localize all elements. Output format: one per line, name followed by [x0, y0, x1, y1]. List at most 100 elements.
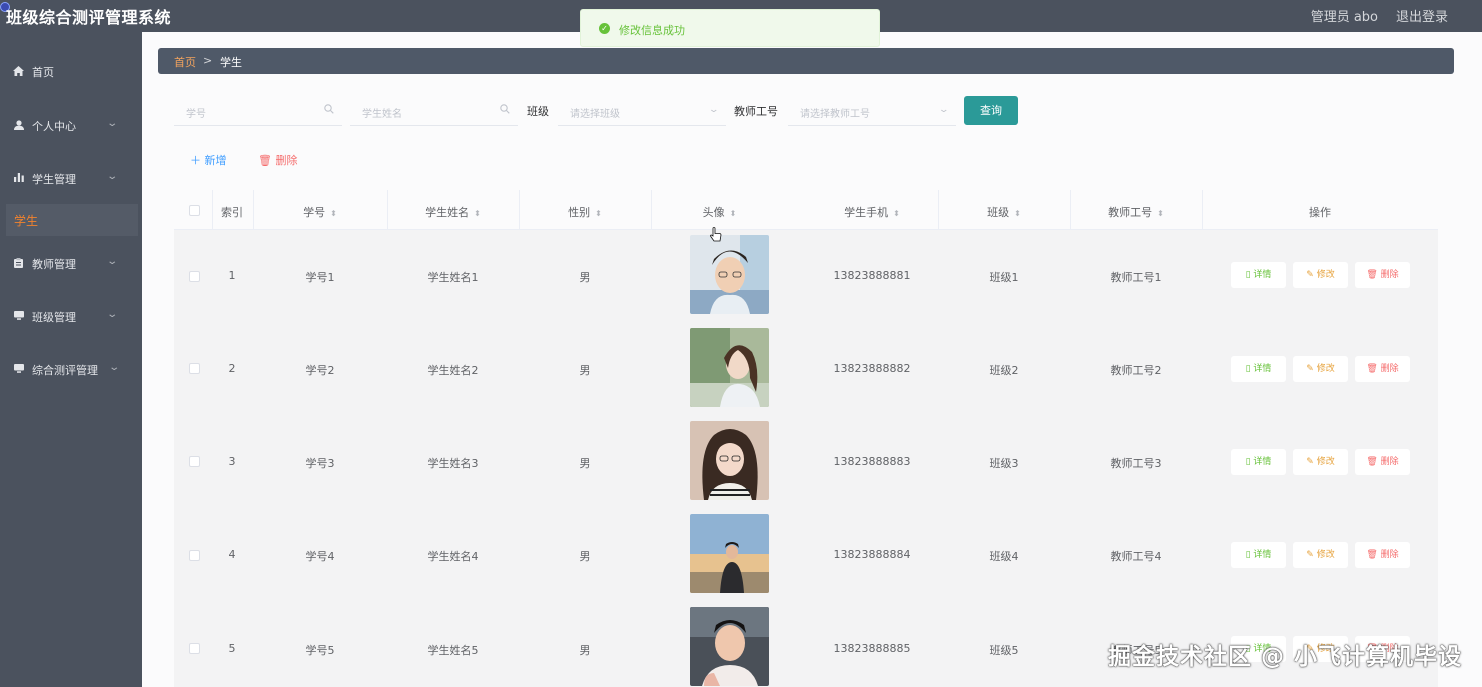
table-row: 3 学号3 学生姓名3 男 13823888883 班级3 教师工号3 ▯ 详情…	[174, 416, 1438, 509]
trash-icon: 🗑	[1366, 364, 1381, 374]
cell-gender: 男	[579, 457, 591, 470]
cell-gender: 男	[579, 550, 591, 563]
sidebar-item-home[interactable]: 首页	[0, 56, 142, 86]
student-name-search-input[interactable]: 学生姓名	[350, 96, 518, 126]
cell-index: 5	[228, 642, 236, 655]
cell-class: 班级3	[989, 457, 1019, 470]
sidebar-item-class-management[interactable]: 班级管理 ⌄	[0, 301, 142, 331]
header-teacher-no[interactable]: 教师工号 ⬍	[1070, 204, 1202, 220]
header-actions: 操作	[1309, 206, 1331, 219]
sidebar-item-label: 教师管理	[32, 258, 76, 271]
header-class[interactable]: 班级 ⬍	[938, 204, 1070, 220]
logout-link[interactable]: 退出登录	[1396, 6, 1448, 25]
bar-chart-icon	[13, 172, 24, 183]
sidebar-item-evaluation-management[interactable]: 综合测评管理 ⌄	[0, 354, 142, 384]
sort-icon: ⬍	[1157, 209, 1164, 218]
chevron-down-icon: ⌄	[108, 362, 121, 373]
cell-class: 班级2	[989, 364, 1019, 377]
cell-index: 1	[228, 269, 236, 282]
edit-button[interactable]: ✎ 修改	[1293, 542, 1348, 568]
student-table: 索引 学号 ⬍ 学生姓名 ⬍ 性别 ⬍ 头像 ⬍ 学生手机 ⬍ 班级 ⬍ 教师工号 ⬍ 操作 …	[174, 190, 1438, 687]
cell-student-no: 学号2	[305, 364, 335, 377]
add-button[interactable]: ＋ 新增	[190, 152, 227, 168]
cell-class: 班级1	[989, 271, 1019, 284]
row-checkbox[interactable]	[189, 550, 200, 561]
header-gender[interactable]: 性别 ⬍	[519, 204, 651, 220]
cell-teacher-no: 教师工号4	[1110, 550, 1162, 563]
detail-button[interactable]: ▯ 详情	[1231, 449, 1286, 475]
edit-icon: ✎	[1306, 364, 1317, 374]
edit-icon: ✎	[1306, 270, 1317, 280]
sidebar-item-label: 班级管理	[32, 311, 76, 324]
sort-icon: ⬍	[729, 209, 737, 218]
student-avatar[interactable]	[690, 514, 769, 593]
row-checkbox[interactable]	[189, 271, 200, 282]
user-icon	[13, 119, 24, 130]
row-checkbox[interactable]	[189, 643, 200, 654]
plus-icon: ＋	[190, 154, 205, 167]
sort-icon: ⬍	[595, 209, 602, 218]
teacher-select-placeholder: 请选择教师工号	[800, 109, 870, 120]
app-title: 班级综合测评管理系统	[6, 8, 172, 27]
search-button[interactable]: 查询	[964, 96, 1018, 125]
cell-class: 班级4	[989, 550, 1019, 563]
class-filter-label: 班级	[527, 105, 549, 118]
student-avatar[interactable]	[690, 607, 769, 686]
delete-button[interactable]: 🗑 删除	[1355, 449, 1410, 475]
cell-gender: 男	[579, 364, 591, 377]
sidebar-subitem-student[interactable]: 学生	[6, 204, 138, 236]
student-avatar[interactable]	[690, 421, 769, 500]
edit-button[interactable]: ✎ 修改	[1293, 262, 1348, 288]
delete-button[interactable]: 🗑 删除	[1355, 356, 1410, 382]
header-student-no[interactable]: 学号 ⬍	[253, 204, 387, 220]
row-checkbox[interactable]	[189, 363, 200, 374]
delete-button[interactable]: 🗑 删除	[1355, 262, 1410, 288]
cell-teacher-no: 教师工号1	[1110, 271, 1162, 284]
clipboard-icon	[13, 257, 24, 268]
trash-icon: 🗑	[1366, 457, 1381, 467]
select-all-checkbox[interactable]	[189, 205, 200, 216]
sidebar-item-student-management[interactable]: 学生管理 ⌄	[0, 163, 142, 193]
student-avatar[interactable]	[690, 328, 769, 407]
chevron-down-icon: ⌄	[106, 309, 119, 320]
admin-label: 管理员 abo	[1310, 10, 1378, 25]
add-button-label: 新增	[204, 154, 227, 167]
header-index: 索引	[221, 206, 243, 219]
cell-index: 3	[228, 455, 236, 468]
edit-button[interactable]: ✎ 修改	[1293, 356, 1348, 382]
cell-student-no: 学号5	[305, 644, 335, 657]
cell-phone: 13823888883	[833, 455, 911, 468]
student-no-search-input[interactable]: 学号	[174, 96, 342, 126]
cell-index: 4	[228, 548, 236, 561]
edit-button[interactable]: ✎ 修改	[1293, 449, 1348, 475]
header-student-name[interactable]: 学生姓名 ⬍	[387, 204, 519, 220]
cell-student-name: 学生姓名3	[427, 457, 479, 470]
student-name-placeholder: 学生姓名	[362, 109, 402, 120]
detail-button[interactable]: ▯ 详情	[1231, 356, 1286, 382]
sidebar-item-teacher-management[interactable]: 教师管理 ⌄	[0, 248, 142, 278]
student-avatar[interactable]	[690, 235, 769, 314]
table-row: 2 学号2 学生姓名2 男 13823888882 班级2 教师工号2 ▯ 详情…	[174, 323, 1438, 416]
teacher-no-select[interactable]: 请选择教师工号 ⌄	[788, 96, 956, 126]
detail-button[interactable]: ▯ 详情	[1231, 542, 1286, 568]
trash-icon: 🗑	[258, 154, 276, 167]
header-phone[interactable]: 学生手机 ⬍	[806, 204, 938, 220]
breadcrumb-home-link[interactable]: 首页	[174, 54, 196, 70]
row-checkbox[interactable]	[189, 456, 200, 467]
sort-icon: ⬍	[1014, 209, 1021, 218]
delete-button[interactable]: 🗑 删除	[1355, 542, 1410, 568]
class-select[interactable]: 请选择班级 ⌄	[558, 96, 726, 126]
table-row: 4 学号4 学生姓名4 男 13823888884 班级4 教师工号4 ▯ 详情…	[174, 509, 1438, 602]
cell-teacher-no: 教师工号2	[1110, 364, 1162, 377]
batch-delete-button[interactable]: 🗑 删除	[258, 152, 297, 168]
check-circle-icon: ✓	[599, 23, 610, 34]
hand-cursor-icon	[710, 227, 722, 247]
class-select-placeholder: 请选择班级	[570, 109, 620, 120]
chevron-down-icon: ⌄	[938, 105, 950, 115]
cell-student-name: 学生姓名1	[427, 271, 479, 284]
trash-icon: 🗑	[1366, 550, 1381, 560]
sidebar-item-profile[interactable]: 个人中心 ⌄	[0, 110, 142, 140]
header-avatar[interactable]: 头像 ⬍	[651, 204, 788, 220]
breadcrumb-current: 学生	[220, 56, 242, 69]
detail-button[interactable]: ▯ 详情	[1231, 262, 1286, 288]
